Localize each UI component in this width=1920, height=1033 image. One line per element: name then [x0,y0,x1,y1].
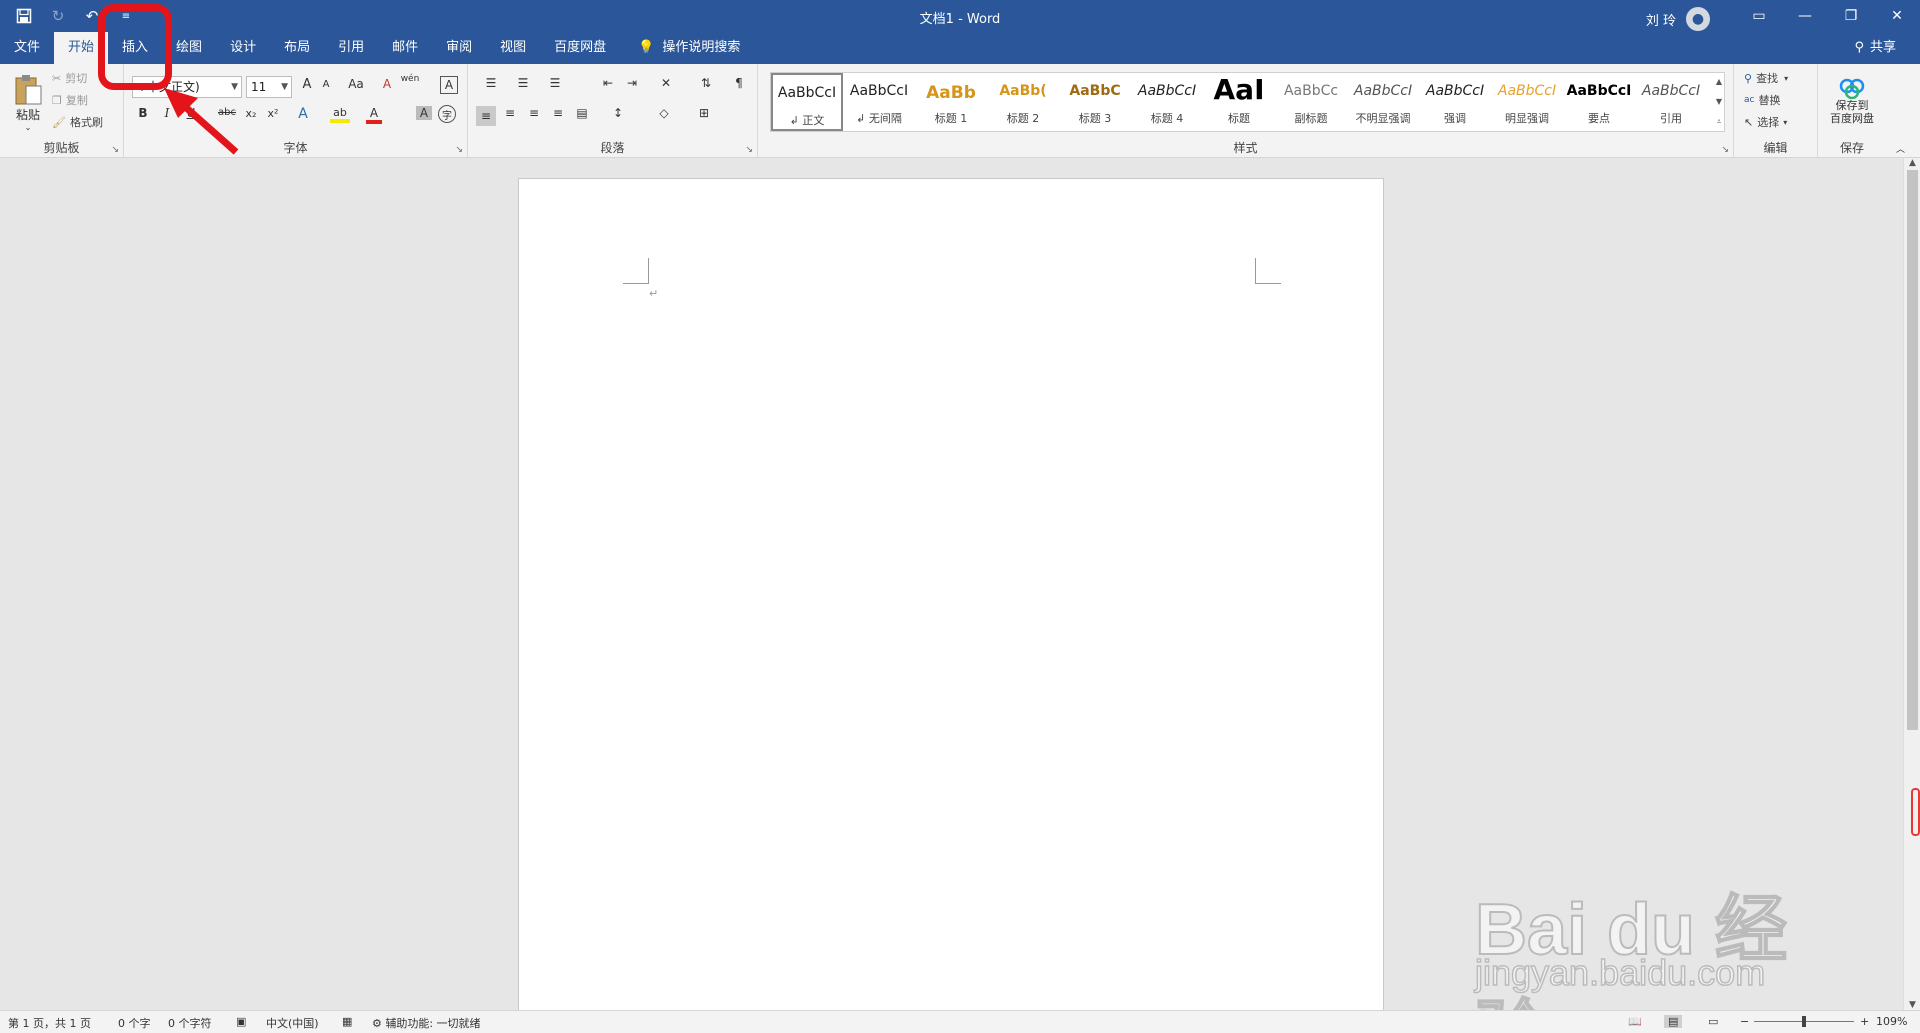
annotation-arrow [164,88,239,155]
